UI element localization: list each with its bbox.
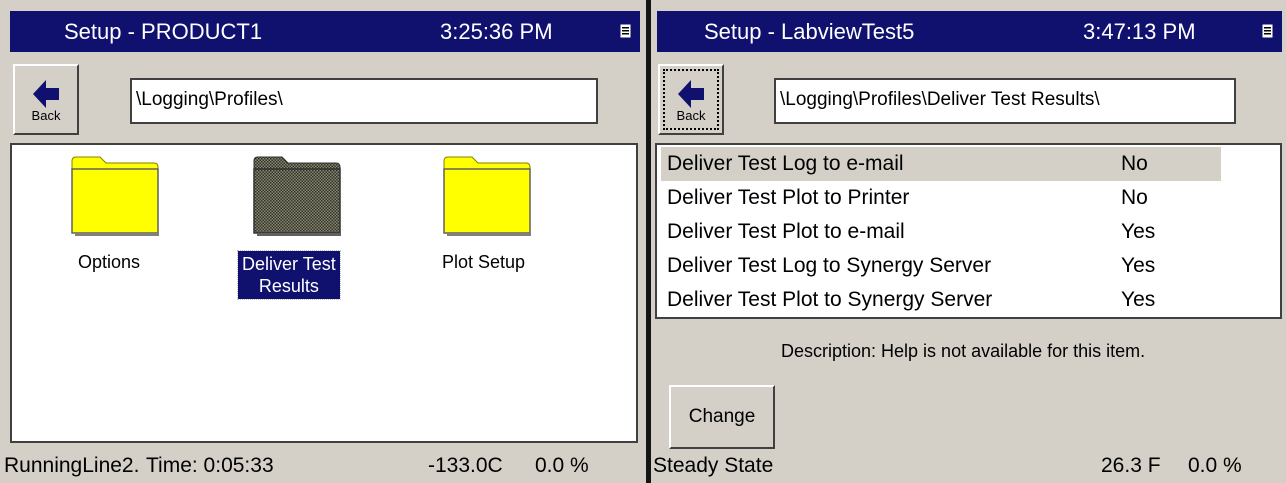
status-temperature: 26.3 F [1101,454,1161,477]
back-label: Back [676,108,706,123]
title-bar: Setup - PRODUCT1 3:25:36 PM [10,11,640,52]
folder-label-line2: Results [258,276,319,296]
window-menu-icon[interactable] [620,24,631,38]
setting-row[interactable]: Deliver Test Plot to Synergy Server Yes [661,283,1221,317]
setting-value: No [1121,186,1148,209]
window-menu-icon[interactable] [1262,24,1273,38]
path-field[interactable]: \Logging\Profiles\ [130,78,598,124]
setting-value: Yes [1121,220,1156,243]
back-button[interactable]: Back [13,64,79,135]
clock: 3:47:13 PM [1083,19,1196,44]
setting-row[interactable]: Deliver Test Plot to Printer No [661,181,1221,215]
path-field[interactable]: \Logging\Profiles\Deliver Test Results\ [774,78,1236,124]
back-arrow-icon [33,80,59,108]
back-button[interactable]: Back [658,64,724,135]
status-percent: 0.0 % [1188,454,1242,477]
status-percent: 0.0 % [535,454,589,477]
folder-label-selected: Deliver Test Results [237,250,341,300]
folder-icon [71,156,159,236]
clock: 3:25:36 PM [440,19,553,44]
back-arrow-icon [678,80,704,108]
folder-icon-selected [253,156,341,236]
folder-label-line1: Deliver Test [242,254,336,274]
settings-list: Deliver Test Log to e-mail No Deliver Te… [655,143,1282,319]
folder-icon [443,156,531,236]
setting-label: Deliver Test Plot to Synergy Server [667,288,993,311]
title-bar: Setup - LabviewTest5 3:47:13 PM [657,11,1282,52]
setting-label: Deliver Test Log to Synergy Server [667,254,992,277]
setting-label: Deliver Test Plot to e-mail [667,220,905,243]
back-label: Back [31,108,61,123]
status-temperature: -133.0C [428,454,503,477]
left-setup-window: Setup - PRODUCT1 3:25:36 PM Back \Loggin… [0,0,646,483]
window-title: Setup - LabviewTest5 [704,19,915,44]
setting-label: Deliver Test Plot to Printer [667,186,910,209]
folder-label: Options [78,252,141,272]
setting-row[interactable]: Deliver Test Plot to e-mail Yes [661,215,1221,249]
setting-row[interactable]: Deliver Test Log to Synergy Server Yes [661,249,1221,283]
setting-value: No [1121,152,1148,175]
status-state: Steady State [653,454,774,477]
setting-row[interactable]: Deliver Test Log to e-mail No [661,147,1221,181]
change-button[interactable]: Change [669,385,775,449]
status-elapsed-time: Time: 0:05:33 [146,454,274,477]
setting-value: Yes [1121,288,1156,311]
setting-label: Deliver Test Log to e-mail [667,152,904,175]
folder-label: Plot Setup [442,252,526,272]
setting-value: Yes [1121,254,1156,277]
right-setup-window: Setup - LabviewTest5 3:47:13 PM Back \Lo… [651,0,1286,483]
folder-view: Options Deliver Test Results Plot Setup [10,143,638,443]
description-text: Description: Help is not available for t… [781,341,1146,361]
status-line-name: RunningLine2. [4,454,140,477]
window-title: Setup - PRODUCT1 [64,19,263,44]
